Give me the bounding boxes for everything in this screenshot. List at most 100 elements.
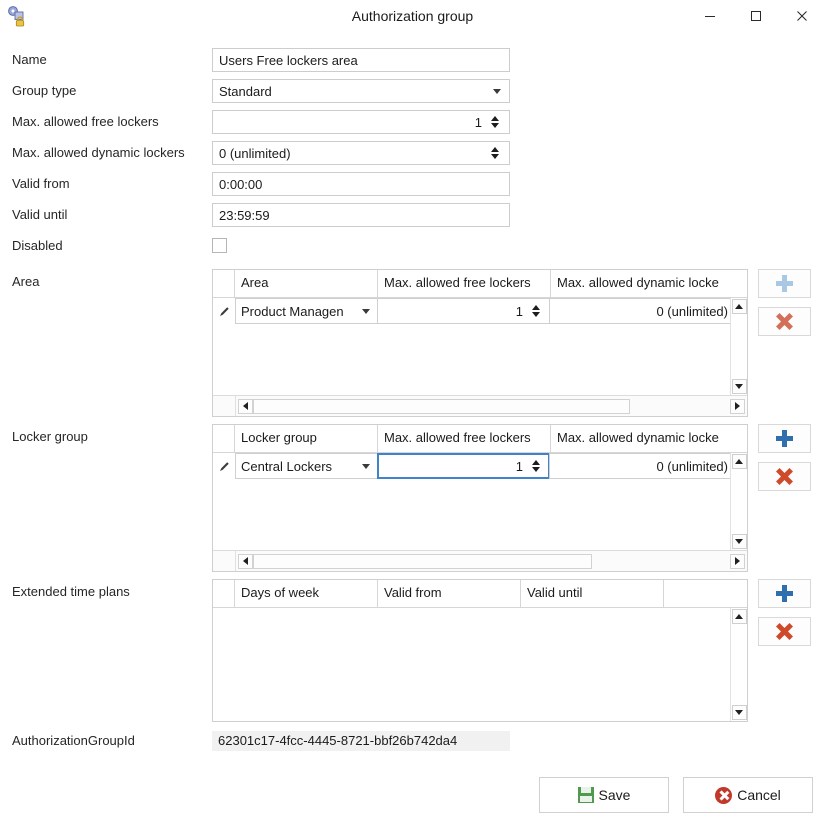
spinner-icon[interactable] <box>529 305 542 317</box>
scroll-up-button[interactable] <box>731 609 747 624</box>
add-area-button[interactable] <box>758 269 811 298</box>
valid-until-input[interactable]: 23:59:59 <box>212 203 510 227</box>
grid-corner <box>213 551 236 571</box>
name-input-value: Users Free lockers area <box>219 52 358 68</box>
group-type-select[interactable]: Standard <box>212 79 510 103</box>
area-grid: Area Max. allowed free lockers Max. allo… <box>212 269 748 417</box>
scroll-thumb[interactable] <box>253 553 592 569</box>
maximize-button[interactable] <box>733 0 779 31</box>
delete-x-icon <box>776 468 793 485</box>
max-free-lockers-stepper[interactable]: 1 <box>212 110 510 134</box>
label-valid-until: Valid until <box>12 207 68 222</box>
dialog-footer: Save Cancel <box>0 777 825 813</box>
max-dynamic-lockers-value: 0 (unlimited) <box>219 145 291 161</box>
column-header-max-dynamic-lockers[interactable]: Max. allowed dynamic locke <box>551 270 747 297</box>
cell-locker-group-max-dynamic-lockers-value: 0 (unlimited) <box>656 458 728 474</box>
column-header-blank[interactable] <box>664 580 746 607</box>
cell-area-name-value: Product Managen <box>241 303 344 319</box>
column-header-locker-group[interactable]: Locker group <box>235 425 378 452</box>
locker-group-grid-actions <box>758 424 811 500</box>
field-row-disabled: Disabled <box>0 234 825 258</box>
cell-area-max-dynamic-lockers[interactable]: 0 (unlimited) <box>549 298 734 324</box>
scroll-down-button[interactable] <box>731 379 747 394</box>
scroll-left-button[interactable] <box>238 553 253 569</box>
label-disabled: Disabled <box>12 238 63 253</box>
grid-corner <box>213 396 236 416</box>
extended-time-plans-section: Extended time plans Days of week Valid f… <box>0 579 825 722</box>
delete-x-icon <box>776 623 793 640</box>
label-name: Name <box>12 52 47 67</box>
valid-until-value: 23:59:59 <box>219 207 270 223</box>
spinner-icon[interactable] <box>488 116 501 128</box>
scroll-up-button[interactable] <box>731 299 747 314</box>
valid-from-input[interactable]: 0:00:00 <box>212 172 510 196</box>
scroll-thumb[interactable] <box>253 398 630 414</box>
plus-icon <box>776 585 793 602</box>
plus-icon <box>776 275 793 292</box>
minimize-button[interactable] <box>687 0 733 31</box>
column-header-area[interactable]: Area <box>235 270 378 297</box>
column-header-days-of-week[interactable]: Days of week <box>235 580 378 607</box>
area-section: Area Area Max. allowed free lockers Max.… <box>0 269 825 417</box>
cancel-button[interactable]: Cancel <box>683 777 813 813</box>
close-button[interactable] <box>779 0 825 31</box>
locker-group-grid-body: Central Lockers 1 0 (unlimited) <box>213 453 747 550</box>
scroll-right-button[interactable] <box>730 553 745 569</box>
scroll-up-button[interactable] <box>731 454 747 469</box>
group-type-value: Standard <box>219 83 272 99</box>
column-header-max-free-lockers[interactable]: Max. allowed free lockers <box>378 270 551 297</box>
name-input[interactable]: Users Free lockers area <box>212 48 510 72</box>
chevron-down-icon[interactable] <box>362 463 370 469</box>
locker-group-section: Locker group Locker group Max. allowed f… <box>0 424 825 572</box>
authorization-group-icon <box>6 5 28 27</box>
add-locker-group-button[interactable] <box>758 424 811 453</box>
cell-locker-group-max-dynamic-lockers[interactable]: 0 (unlimited) <box>549 453 734 479</box>
cell-area-max-free-lockers-value: 1 <box>515 303 523 319</box>
extended-time-plans-grid-vertical-scrollbar[interactable] <box>730 608 747 721</box>
column-header-valid-from[interactable]: Valid from <box>378 580 521 607</box>
cell-area-max-free-lockers[interactable]: 1 <box>377 298 550 324</box>
delete-locker-group-button[interactable] <box>758 462 811 491</box>
locker-group-grid: Locker group Max. allowed free lockers M… <box>212 424 748 572</box>
cell-area-name[interactable]: Product Managen <box>235 298 378 324</box>
scroll-track[interactable] <box>253 553 730 569</box>
cell-locker-group-max-free-lockers[interactable]: 1 <box>377 453 550 479</box>
spinner-icon[interactable] <box>488 147 501 159</box>
cell-locker-group-name[interactable]: Central Lockers <box>235 453 378 479</box>
column-header-max-free-lockers[interactable]: Max. allowed free lockers <box>378 425 551 452</box>
authorization-group-form: Name Users Free lockers area Group type … <box>0 48 825 753</box>
area-grid-body: Product Managen 1 0 (unlimited) <box>213 298 747 395</box>
scroll-track[interactable] <box>253 398 730 414</box>
locker-group-grid-vertical-scrollbar[interactable] <box>730 453 747 550</box>
table-row[interactable]: Central Lockers 1 0 (unlimited) <box>213 453 747 479</box>
authorization-group-id-row: AuthorizationGroupId 62301c17-4fcc-4445-… <box>0 729 825 753</box>
save-button-label: Save <box>598 787 631 803</box>
spinner-icon[interactable] <box>529 460 542 472</box>
column-header-max-dynamic-lockers[interactable]: Max. allowed dynamic locke <box>551 425 747 452</box>
add-time-plan-button[interactable] <box>758 579 811 608</box>
title-bar: Authorization group <box>0 0 825 31</box>
grid-corner <box>213 580 235 607</box>
delete-time-plan-button[interactable] <box>758 617 811 646</box>
delete-area-button[interactable] <box>758 307 811 336</box>
max-dynamic-lockers-stepper[interactable]: 0 (unlimited) <box>212 141 510 165</box>
scroll-right-button[interactable] <box>730 398 745 414</box>
area-grid-vertical-scrollbar[interactable] <box>730 298 747 395</box>
scroll-down-button[interactable] <box>731 705 747 720</box>
field-row-max-dynamic-lockers: Max. allowed dynamic lockers 0 (unlimite… <box>0 141 825 165</box>
extended-time-plans-grid-body <box>213 608 747 721</box>
label-max-dynamic-lockers: Max. allowed dynamic lockers <box>12 145 185 160</box>
disabled-checkbox[interactable] <box>212 238 227 253</box>
label-extended-time-plans: Extended time plans <box>12 584 130 599</box>
delete-x-icon <box>776 313 793 330</box>
chevron-down-icon[interactable] <box>362 308 370 314</box>
locker-group-grid-horizontal-scrollbar[interactable] <box>213 550 747 571</box>
scroll-down-button[interactable] <box>731 534 747 549</box>
window-controls <box>687 0 825 31</box>
area-grid-horizontal-scrollbar[interactable] <box>213 395 747 416</box>
column-header-valid-until[interactable]: Valid until <box>521 580 664 607</box>
save-button[interactable]: Save <box>539 777 669 813</box>
field-row-name: Name Users Free lockers area <box>0 48 825 72</box>
table-row[interactable]: Product Managen 1 0 (unlimited) <box>213 298 747 324</box>
scroll-left-button[interactable] <box>238 398 253 414</box>
